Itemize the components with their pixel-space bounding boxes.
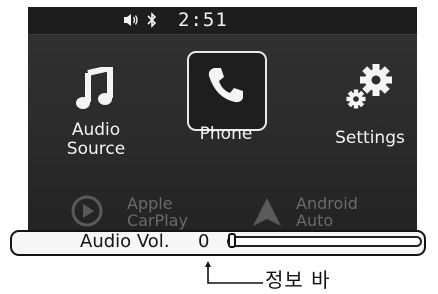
clock: 2:51 [178,9,228,31]
android-auto-icon [253,198,281,226]
android-auto-label-line1: Android [296,194,358,213]
volume-label: Audio Vol. [80,231,170,252]
gears-icon [346,64,392,109]
phone-button[interactable]: Phone [186,53,266,144]
apple-carplay-button[interactable]: Apple CarPlay [127,195,188,229]
callout-label: 정보 바 [265,268,331,292]
audio-source-label-line2: Source [66,139,126,159]
bluetooth-icon [147,12,157,28]
speaker-icon [124,14,138,26]
settings-button[interactable]: Settings [320,64,417,148]
display-screen: 2:51 Audio Source Phone Settings Apple C… [28,7,417,245]
status-bar: 2:51 [28,7,417,35]
volume-slider-track[interactable] [227,236,422,247]
volume-slider-knob[interactable] [228,233,236,248]
android-auto-label-line2: Auto [296,211,334,230]
audio-source-label-line1: Audio [71,120,121,140]
play-circle-icon [71,195,103,227]
music-note-icon [76,67,113,109]
apple-carplay-label-line1: Apple [127,194,173,213]
settings-label: Settings [335,128,405,148]
audio-source-button[interactable]: Audio Source [56,67,136,159]
android-auto-button[interactable]: Android Auto [296,195,358,229]
callout-pointer [205,261,263,284]
apple-carplay-label-line2: CarPlay [127,211,188,230]
phone-handset-icon [208,68,243,103]
volume-value: 0 [198,231,210,252]
phone-label: Phone [199,124,253,144]
